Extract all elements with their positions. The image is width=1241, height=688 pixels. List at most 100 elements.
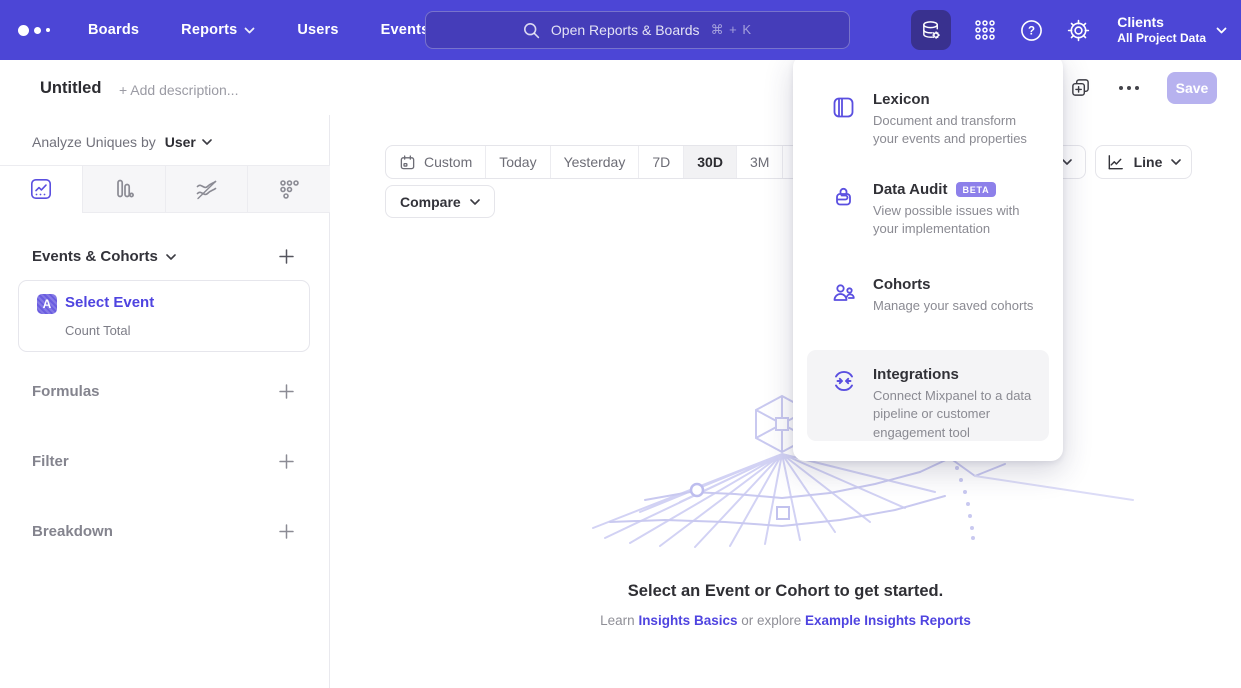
- primary-nav: Boards Reports Users Events: [88, 22, 429, 38]
- date-range-control: Custom Today Yesterday 7D 30D 3M 6M: [385, 145, 830, 179]
- date-range-custom[interactable]: Custom: [386, 146, 485, 178]
- svg-text:?: ?: [1028, 25, 1035, 37]
- filter-label: Filter: [32, 453, 69, 470]
- stacked-chart-tab-icon: [194, 177, 219, 202]
- event-letter-badge: A: [37, 294, 57, 314]
- nav-item-label: Events: [381, 22, 430, 38]
- duplicate-icon[interactable]: [1070, 77, 1091, 98]
- middle-text: or explore: [737, 613, 805, 628]
- nav-item-events[interactable]: Events: [381, 22, 430, 38]
- event-card[interactable]: A Select Event Count Total: [18, 280, 310, 352]
- line-chart-icon: [1106, 153, 1125, 172]
- navbar-right: ? Clients All Project Data: [911, 0, 1227, 60]
- mixpanel-logo-icon[interactable]: [18, 25, 66, 36]
- empty-state-links: Learn Insights Basics or explore Example…: [330, 613, 1241, 628]
- search-shortcut: ⌘ + K: [711, 22, 753, 38]
- plus-icon: [279, 249, 294, 264]
- chevron-down-icon: [470, 199, 480, 205]
- query-builder-sidebar: Analyze Uniques by User: [0, 115, 330, 688]
- analyze-entity-selector[interactable]: User: [165, 134, 212, 150]
- menu-item-description: Connect Mixpanel to a data pipeline or c…: [873, 387, 1043, 442]
- nav-item-label: Users: [297, 22, 338, 38]
- menu-item-title: Data Audit: [873, 181, 947, 198]
- example-reports-link[interactable]: Example Insights Reports: [805, 613, 971, 628]
- data-management-popover: Lexicon Document and transform your even…: [793, 55, 1063, 461]
- add-event-button[interactable]: [276, 246, 297, 267]
- formulas-section-header: Formulas: [32, 381, 297, 402]
- date-range-7d[interactable]: 7D: [638, 146, 683, 178]
- tab-bar-chart[interactable]: [82, 166, 165, 213]
- formulas-label: Formulas: [32, 383, 100, 400]
- tab-stacked-chart[interactable]: [165, 166, 248, 213]
- question-circle-icon: ?: [1019, 18, 1044, 43]
- nav-item-boards[interactable]: Boards: [88, 22, 139, 38]
- menu-item-cohorts[interactable]: Cohorts Manage your saved cohorts: [807, 270, 1049, 334]
- nav-item-label: Reports: [181, 22, 237, 38]
- date-range-today[interactable]: Today: [485, 146, 549, 178]
- beta-badge: BETA: [956, 182, 995, 197]
- date-range-label: Today: [499, 154, 536, 170]
- metric-tab-icon: [277, 177, 301, 201]
- menu-item-title: Integrations: [873, 366, 959, 383]
- date-range-label: 30D: [697, 154, 723, 170]
- add-formula-button[interactable]: [276, 381, 297, 402]
- add-filter-button[interactable]: [276, 451, 297, 472]
- chart-type-tabs: [0, 165, 330, 213]
- more-options-button[interactable]: [1115, 82, 1143, 94]
- chevron-down-icon: [202, 139, 212, 145]
- date-range-label: Yesterday: [564, 154, 626, 170]
- date-range-yesterday[interactable]: Yesterday: [550, 146, 639, 178]
- menu-item-title: Cohorts: [873, 276, 931, 293]
- event-aggregation-label: Count Total: [65, 323, 131, 338]
- apps-grid-button[interactable]: [973, 18, 997, 42]
- chart-style-selector[interactable]: Line: [1095, 145, 1192, 179]
- events-section-toggle[interactable]: Events & Cohorts: [32, 248, 176, 265]
- nav-item-users[interactable]: Users: [297, 22, 338, 38]
- breakdown-section-header: Breakdown: [32, 521, 297, 542]
- save-button[interactable]: Save: [1167, 72, 1217, 104]
- report-description-input[interactable]: + Add description...: [119, 82, 238, 98]
- menu-item-data-audit[interactable]: Data Audit BETA View possible issues wit…: [807, 175, 1049, 261]
- analyze-row: Analyze Uniques by User: [32, 134, 212, 150]
- select-event-label: Select Event: [65, 294, 154, 311]
- date-range-3m[interactable]: 3M: [736, 146, 782, 178]
- project-selector[interactable]: Clients All Project Data: [1117, 14, 1227, 47]
- plus-icon: [279, 454, 294, 469]
- insights-basics-link[interactable]: Insights Basics: [638, 613, 737, 628]
- menu-item-description: Manage your saved cohorts: [873, 297, 1043, 315]
- top-navbar: Boards Reports Users Events Open Reports…: [0, 0, 1241, 60]
- compare-button[interactable]: Compare: [385, 185, 495, 218]
- global-search-input[interactable]: Open Reports & Boards ⌘ + K: [425, 11, 850, 49]
- menu-item-title: Lexicon: [873, 91, 930, 108]
- tab-metric[interactable]: [247, 166, 330, 213]
- bar-chart-tab-icon: [112, 177, 136, 201]
- nav-item-reports[interactable]: Reports: [181, 22, 255, 38]
- analyze-label: Analyze Uniques by: [32, 134, 156, 150]
- menu-item-lexicon[interactable]: Lexicon Document and transform your even…: [807, 85, 1049, 165]
- chevron-down-icon: [1062, 159, 1072, 165]
- calendar-icon: [399, 154, 416, 171]
- integrations-icon: [831, 368, 857, 394]
- chevron-down-icon: [166, 254, 176, 260]
- report-title[interactable]: Untitled: [40, 79, 101, 98]
- chevron-down-icon: [1216, 27, 1227, 34]
- search-placeholder: Open Reports & Boards: [551, 22, 700, 38]
- chevron-down-icon: [1171, 159, 1181, 165]
- data-management-button[interactable]: [911, 10, 951, 50]
- database-gear-icon: [920, 19, 943, 42]
- search-icon: [523, 22, 540, 39]
- nav-item-label: Boards: [88, 22, 139, 38]
- menu-item-integrations[interactable]: Integrations Connect Mixpanel to a data …: [807, 350, 1049, 441]
- compare-label: Compare: [400, 194, 461, 210]
- learn-prefix: Learn: [600, 613, 638, 628]
- events-section-label: Events & Cohorts: [32, 248, 158, 265]
- add-breakdown-button[interactable]: [276, 521, 297, 542]
- empty-state-title: Select an Event or Cohort to get started…: [330, 582, 1241, 601]
- analyze-entity-value: User: [165, 134, 196, 150]
- help-button[interactable]: ?: [1019, 18, 1044, 43]
- data-audit-icon: [831, 184, 856, 209]
- tab-insights-trend[interactable]: [0, 166, 82, 213]
- plus-icon: [279, 524, 294, 539]
- date-range-30d[interactable]: 30D: [683, 146, 736, 178]
- settings-button[interactable]: [1066, 18, 1091, 43]
